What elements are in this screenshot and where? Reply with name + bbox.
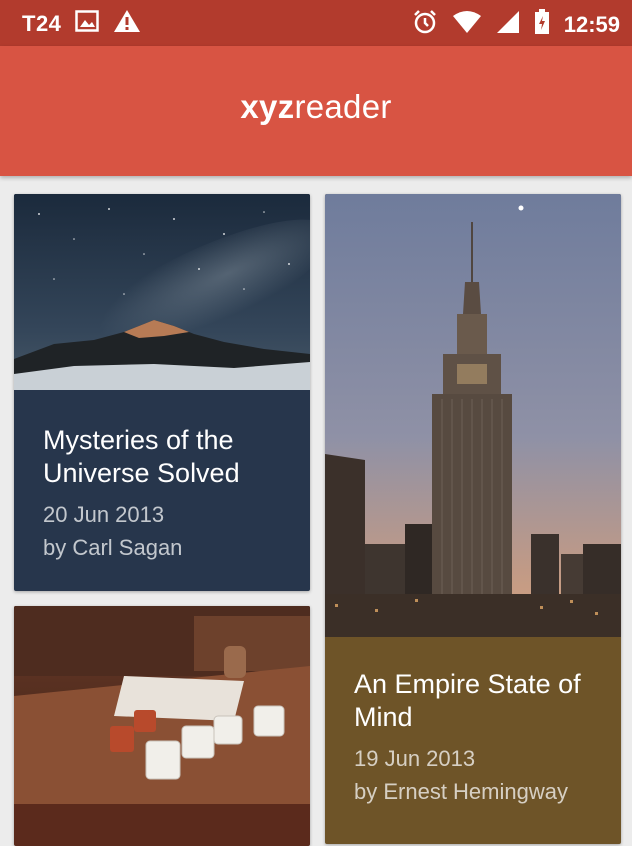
logo-wordmark-bold: xyz (240, 88, 295, 125)
carrier-label: T24 (22, 10, 62, 36)
warning-icon (113, 9, 141, 38)
status-bar: T24 12:59 (0, 0, 632, 46)
article-title: An Empire State of Mind (354, 669, 581, 732)
battery-icon (534, 9, 550, 40)
article-card[interactable]: Mysteries of the Universe Solved 20 Jun … (14, 194, 310, 591)
clock: 12:59 (563, 11, 620, 37)
app-bar: xyzreader (0, 46, 632, 176)
article-thumbnail (14, 194, 310, 390)
article-thumbnail (14, 606, 310, 804)
alarm-icon (412, 9, 438, 40)
article-card[interactable]: An Empire State of Mind 19 Jun 2013 by E… (325, 194, 621, 844)
article-date: 19 Jun 2013 (354, 746, 476, 771)
article-title: Mysteries of the Universe Solved (43, 425, 240, 488)
wifi-icon (452, 10, 482, 39)
article-date: 20 Jun 2013 (43, 502, 165, 527)
article-author: by Carl Sagan (43, 535, 183, 560)
signal-icon (496, 10, 520, 39)
article-meta: An Empire State of Mind 19 Jun 2013 by E… (325, 637, 621, 844)
image-icon (75, 10, 100, 37)
logo-wordmark-light: reader (294, 88, 392, 125)
app-logo: xyzreader (0, 88, 632, 126)
article-meta: Mysteries of the Universe Solved 20 Jun … (14, 390, 310, 591)
article-card[interactable] (14, 606, 310, 846)
article-author: by Ernest Hemingway (354, 779, 568, 804)
article-thumbnail (325, 194, 621, 637)
